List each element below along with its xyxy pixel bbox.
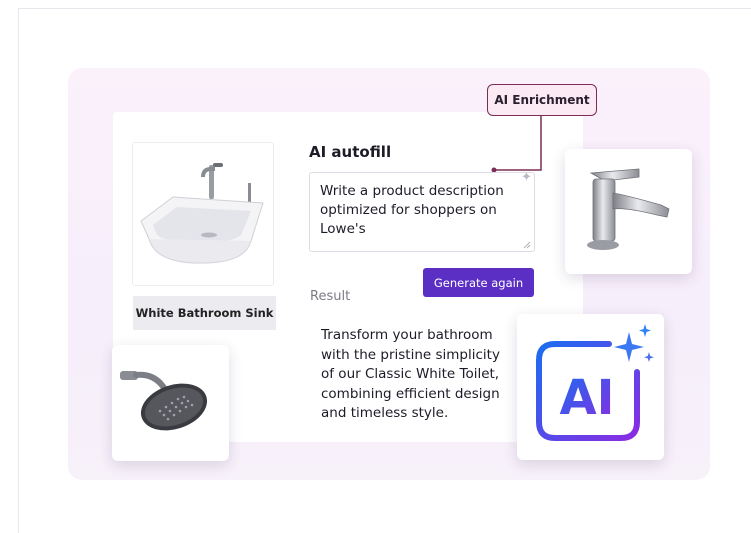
sparkle-icon: ✦ [521,170,532,185]
product-image-card[interactable] [133,143,273,285]
product-name-text: White Bathroom Sink [135,306,274,320]
frame-border-left [18,8,19,533]
resize-handle-icon[interactable] [523,241,531,249]
product-name-badge: White Bathroom Sink [133,296,276,330]
bathroom-sink-icon [140,163,264,264]
result-label: Result [310,289,351,304]
canvas-frame: AI Enrichment White Bathroom Sink AI aut… [0,0,751,533]
ai-enrichment-tag: AI Enrichment [487,84,597,116]
ai-enrichment-label: AI Enrichment [494,93,590,107]
ai-badge-text: AI [559,370,614,426]
prompt-textarea[interactable]: Write a product description optimized fo… [309,172,535,252]
shower-head-icon [120,371,208,431]
result-description: Transform your bathroom with the pristin… [321,327,500,421]
faucet-image-card[interactable] [565,149,692,274]
shower-image-card[interactable] [112,345,229,461]
ai-badge-card: AI [517,314,664,460]
autofill-title: AI autofill [309,143,392,161]
faucet-icon [587,168,670,250]
frame-border-top [18,8,751,9]
ai-badge-icon: AI [536,324,654,441]
generate-again-button[interactable]: Generate again [423,268,534,297]
prompt-text: Write a product description optimized fo… [320,183,504,237]
